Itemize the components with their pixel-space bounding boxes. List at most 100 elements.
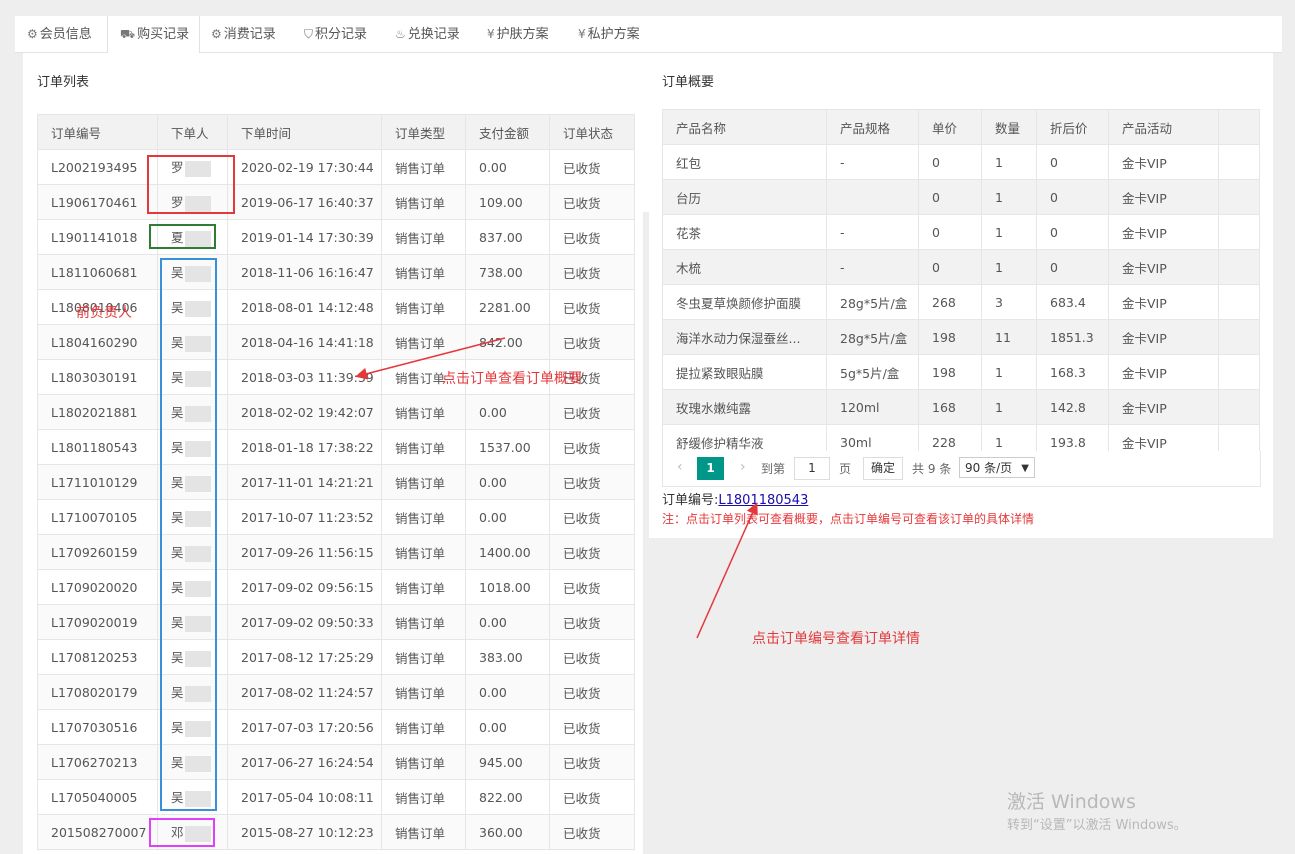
unit-price-cell: 168 — [918, 389, 982, 425]
order-row[interactable]: L1804160290 吴 2018-04-16 14:41:18 销售订单 842.0… — [37, 324, 635, 360]
product-spec-cell: - — [826, 249, 919, 285]
order-time-cell: 2017-09-02 09:50:33 — [227, 604, 382, 640]
order-status-text: 已收货 — [563, 650, 601, 666]
order-type-text: 销售订单 — [395, 440, 446, 456]
order-number-link[interactable]: L1801180543 — [718, 493, 808, 508]
order-status-cell: 已收货 — [549, 219, 635, 255]
order-no-text: L1804160290 — [51, 334, 138, 350]
order-row[interactable]: L1801180543 吴 2018-01-18 17:38:22 销售订单 1537.… — [37, 429, 635, 465]
pay-amount-cell: 0.00 — [465, 394, 550, 430]
product-name-cell: 台历 — [662, 179, 827, 215]
tab-skincare-plan[interactable]: ¥ 护肤方案 — [487, 16, 549, 52]
tab-private-care-plan[interactable]: ¥ 私护方案 — [578, 16, 640, 52]
order-no-cell: L1901141018 — [37, 219, 158, 255]
order-type-cell: 销售订单 — [381, 289, 466, 325]
order-status-cell: 已收货 — [549, 569, 635, 605]
order-type-text: 销售订单 — [395, 720, 446, 736]
order-time-text: 2017-08-12 17:25:29 — [241, 649, 374, 665]
tab-label: 积分记录 — [315, 27, 368, 42]
order-row[interactable]: L1901141018 夏 2019-01-14 17:30:39 销售订单 837.0… — [37, 219, 635, 255]
order-row[interactable]: L2002193495 罗 2020-02-19 17:30:44 销售订单 0.00 已… — [37, 149, 635, 185]
prev-page-icon[interactable]: ‹ — [677, 459, 683, 475]
order-row[interactable]: L1709020019 吴 2017-09-02 09:50:33 销售订单 0.00 已… — [37, 604, 635, 640]
order-no-cell: L1801180543 — [37, 429, 158, 465]
order-time-cell: 2017-10-07 11:23:52 — [227, 499, 382, 535]
header-unit-price: 单价 — [918, 109, 982, 145]
tab-points-records[interactable]: ⛉ 积分记录 — [304, 16, 367, 52]
order-row[interactable]: L1705040005 吴 2017-05-04 10:08:11 销售订单 822.0… — [37, 779, 635, 815]
order-number-line: 订单编号:L1801180543 — [662, 489, 808, 508]
order-no-cell: L1811060681 — [37, 254, 158, 290]
order-type-cell: 销售订单 — [381, 674, 466, 710]
click-order-annotation: 点击订单查看订单概要 — [442, 371, 582, 387]
order-no-cell: L1711010129 — [37, 464, 158, 500]
pay-amount-text: 2281.00 — [479, 299, 531, 315]
pay-amount-text: 383.00 — [479, 649, 523, 665]
order-row[interactable]: L1802021881 吴 2018-02-02 19:42:07 销售订单 0.00 已… — [37, 394, 635, 430]
blue-highlight-box — [160, 258, 217, 811]
unit-price-cell: 0 — [918, 144, 982, 180]
pay-amount-text: 0.00 — [479, 509, 507, 525]
order-no-cell: L1709020020 — [37, 569, 158, 605]
product-row: 提拉紧致眼贴膜 5g*5片/盒 198 1 168.3 金卡VIP — [662, 354, 1260, 390]
order-time-cell: 2018-03-03 11:39:39 — [227, 359, 382, 395]
order-row[interactable]: L1906170461 罗 2019-06-17 16:40:37 销售订单 109.0… — [37, 184, 635, 220]
order-type-text: 销售订单 — [395, 790, 446, 806]
order-status-text: 已收货 — [563, 230, 601, 246]
order-no-text: L1706270213 — [51, 754, 138, 770]
order-time-cell: 2018-02-02 19:42:07 — [227, 394, 382, 430]
order-row[interactable]: 201508270007 邓 2015-08-27 10:12:23 销售订单 360.… — [37, 814, 635, 850]
header-product-name: 产品名称 — [662, 109, 827, 145]
tab-exchange-records[interactable]: ♨ 兑换记录 — [395, 16, 460, 52]
order-row[interactable]: L1709260159 吴 2017-09-26 11:56:15 销售订单 1400.… — [37, 534, 635, 570]
order-no-text: L1710070105 — [51, 509, 138, 525]
confirm-page-button[interactable]: 确定 — [863, 457, 903, 480]
gear-icon: ⚙ — [211, 27, 222, 41]
tab-purchase-records[interactable]: ⛟ 购买记录 — [107, 16, 201, 53]
order-status-cell: 已收货 — [549, 394, 635, 430]
empty-cell — [1218, 389, 1260, 425]
order-row[interactable]: L1709020020 吴 2017-09-02 09:56:15 销售订单 1018.… — [37, 569, 635, 605]
pay-amount-text: 0.00 — [479, 159, 507, 175]
quantity-cell: 1 — [981, 179, 1037, 215]
per-page-select[interactable]: 90 条/页 ▼ — [959, 457, 1035, 478]
order-time-cell: 2017-09-02 09:56:15 — [227, 569, 382, 605]
order-type-cell: 销售订单 — [381, 779, 466, 815]
discount-price-cell: 142.8 — [1036, 389, 1109, 425]
order-status-text: 已收货 — [563, 265, 601, 281]
order-type-cell: 销售订单 — [381, 324, 466, 360]
order-row[interactable]: L1711010129 吴 2017-11-01 14:21:21 销售订单 0.00 已… — [37, 464, 635, 500]
quantity-cell: 1 — [981, 214, 1037, 250]
quantity-cell: 1 — [981, 389, 1037, 425]
order-time-text: 2019-06-17 16:40:37 — [241, 194, 374, 210]
order-row[interactable]: L1707030516 吴 2017-07-03 17:20:56 销售订单 0.00 已… — [37, 709, 635, 745]
order-row[interactable]: L1811060681 吴 2018-11-06 16:16:47 销售订单 738.0… — [37, 254, 635, 290]
order-row[interactable]: L1708120253 吴 2017-08-12 17:25:29 销售订单 383.0… — [37, 639, 635, 675]
order-no-text: L1709260159 — [51, 544, 138, 560]
order-type-cell: 销售订单 — [381, 569, 466, 605]
order-row[interactable]: L1708020179 吴 2017-08-02 11:24:57 销售订单 0.00 已… — [37, 674, 635, 710]
pay-amount-text: 842.00 — [479, 334, 523, 350]
tab-member-info[interactable]: ⚙ 会员信息 — [27, 16, 92, 52]
order-summary-title: 订单概要 — [662, 75, 715, 90]
product-activity-cell: 金卡VIP — [1108, 179, 1219, 215]
pay-amount-cell: 383.00 — [465, 639, 550, 675]
pay-amount-text: 360.00 — [479, 824, 523, 840]
order-row[interactable]: L1710070105 吴 2017-10-07 11:23:52 销售订单 0.00 已… — [37, 499, 635, 535]
order-row[interactable]: L1706270213 吴 2017-06-27 16:24:54 销售订单 945.0… — [37, 744, 635, 780]
order-time-text: 2018-02-02 19:42:07 — [241, 404, 374, 420]
order-status-cell: 已收货 — [549, 814, 635, 850]
order-status-cell: 已收货 — [549, 604, 635, 640]
current-page-button[interactable]: 1 — [697, 457, 724, 480]
goto-page-input[interactable]: 1 — [794, 457, 830, 480]
unit-price-cell: 198 — [918, 319, 982, 355]
order-status-cell: 已收货 — [549, 534, 635, 570]
pay-amount-cell: 0.00 — [465, 709, 550, 745]
empty-cell — [1218, 354, 1260, 390]
pay-amount-cell: 837.00 — [465, 219, 550, 255]
green-highlight-box — [149, 224, 216, 249]
tab-consumption-records[interactable]: ⚙ 消费记录 — [211, 16, 276, 52]
order-no-cell: L1705040005 — [37, 779, 158, 815]
quantity-cell: 3 — [981, 284, 1037, 320]
next-page-icon[interactable]: › — [740, 459, 746, 475]
